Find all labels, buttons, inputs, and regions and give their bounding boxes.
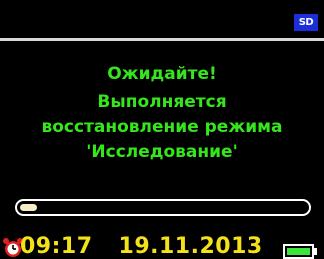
clock-time: 09:17 xyxy=(20,234,93,259)
battery-fill xyxy=(287,248,310,255)
progress-fill xyxy=(20,204,38,211)
progress-bar xyxy=(15,199,311,216)
message-line-2: восстановление режима xyxy=(41,117,283,137)
status-bar: 09:17 19.11.2013 xyxy=(0,233,324,259)
message-title: Ожидайте! xyxy=(107,64,217,84)
battery-icon xyxy=(283,244,317,259)
clock-date: 19.11.2013 xyxy=(118,234,263,259)
battery-body xyxy=(283,244,314,259)
message-line-3: 'Исследование' xyxy=(86,142,238,162)
device-screen: SD Ожидайте! Выполняется восстановление … xyxy=(0,0,324,259)
sd-card-icon: SD xyxy=(294,14,318,31)
header-divider xyxy=(0,38,324,41)
message-line-1: Выполняется xyxy=(97,92,227,112)
sd-card-label: SD xyxy=(298,17,314,28)
status-message: Ожидайте! Выполняется восстановление реж… xyxy=(0,62,324,165)
datetime-display: 09:17 19.11.2013 xyxy=(20,233,263,259)
battery-tip xyxy=(314,248,317,255)
